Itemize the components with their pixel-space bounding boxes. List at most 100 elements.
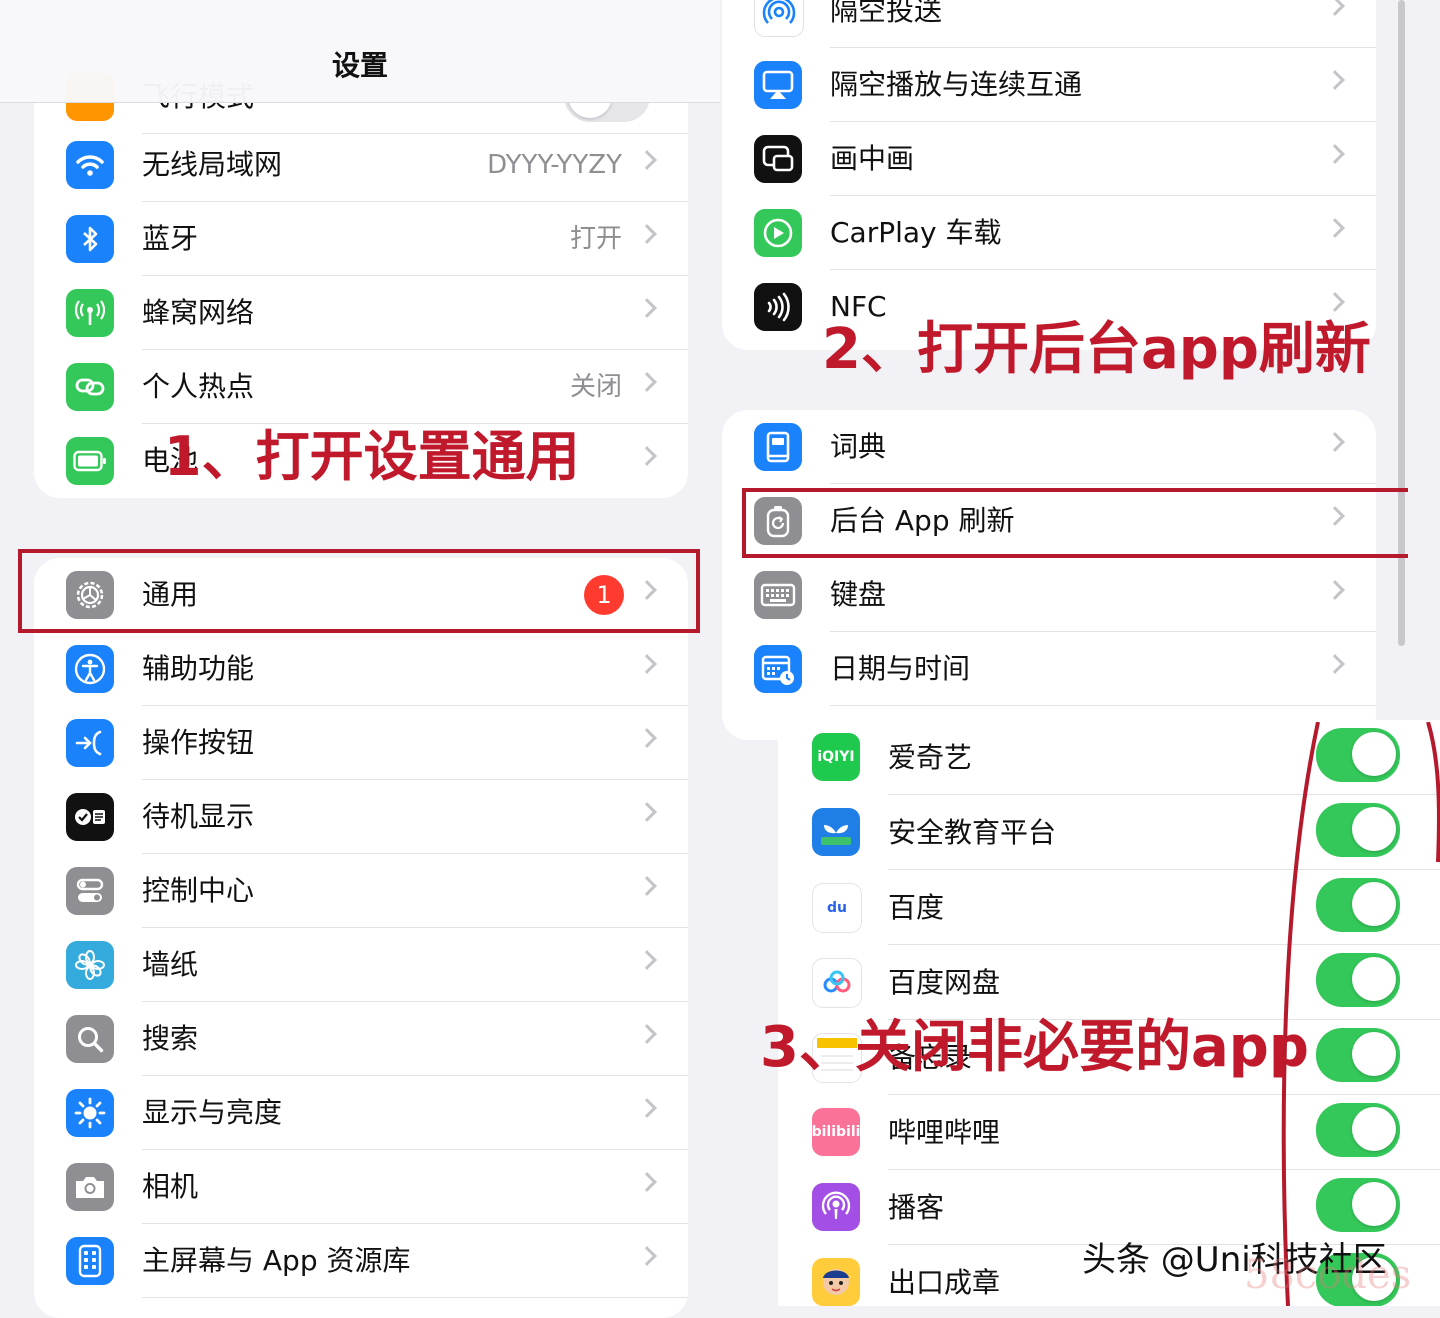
list-item-label: CarPlay 车载 (830, 216, 1002, 249)
chevron-right-icon (1325, 580, 1345, 600)
chevron-right-icon (637, 654, 657, 674)
battery-icon (66, 437, 114, 485)
baidu-netdisk-icon (812, 958, 862, 1008)
list-item[interactable]: 辅助功能 (34, 632, 688, 706)
list-item-label: 搜索 (142, 1022, 199, 1055)
accessibility-icon (66, 645, 114, 693)
action-button-icon (66, 719, 114, 767)
list-item[interactable]: CarPlay 车载 (722, 196, 1376, 270)
chevron-right-icon (1325, 218, 1345, 238)
list-item[interactable]: 搜索 (34, 1002, 688, 1076)
highlight-box-background-refresh (742, 488, 1408, 558)
watermark-faint: 58codes (1244, 1252, 1412, 1298)
brightness-icon (66, 1089, 114, 1137)
list-item[interactable]: 画中画 (722, 122, 1376, 196)
list-item-label: 控制中心 (142, 874, 255, 907)
list-item-label: 词典 (830, 430, 887, 463)
annotation-step-3: 3、关闭非必要的app (760, 1015, 1309, 1080)
standby-icon (66, 793, 114, 841)
left-group-2: 通用 1 辅助功能 操作按钮 待机显示 控制中心 墙纸 搜索 显示与亮度 相机 主屏幕与 App 资… (34, 558, 688, 1318)
list-item[interactable]: 墙纸 (34, 928, 688, 1002)
app-label: 出口成章 (888, 1266, 1001, 1299)
chevron-right-icon (1325, 654, 1345, 674)
chevron-right-icon (637, 876, 657, 896)
right-group-1: 隔空投送 隔空播放与连续互通 画中画 CarPlay 车载 NFC (722, 0, 1376, 350)
app-label: 哔哩哔哩 (888, 1116, 1001, 1149)
list-item[interactable]: 显示与亮度 (34, 1076, 688, 1150)
left-settings-panel: 设置 飞行模式 无线局域网DYYY-YYZY蓝牙打开蜂窝网络个人热点关闭电池 通… (0, 0, 720, 1318)
link-icon (66, 363, 114, 411)
flower-icon (66, 941, 114, 989)
list-item[interactable]: 日期与时间 (722, 632, 1376, 706)
dictionary-icon (754, 423, 802, 471)
list-item-label: 日期与时间 (830, 652, 971, 685)
list-item-label: 隔空投送 (830, 0, 943, 27)
antenna-icon (66, 289, 114, 337)
nav-bar: 设置 (0, 0, 720, 103)
annotation-step-2: 2、打开后台app刷新 (822, 317, 1371, 382)
airplay-icon (754, 61, 802, 109)
list-item[interactable]: 蓝牙 打开 (34, 202, 688, 276)
chevron-right-icon (1325, 70, 1345, 90)
camera-icon (66, 1163, 114, 1211)
keyboard-icon (754, 571, 802, 619)
list-item[interactable]: 词典 (722, 410, 1376, 484)
pip-icon (754, 135, 802, 183)
list-item-label: 主屏幕与 App 资源库 (142, 1244, 411, 1277)
list-item[interactable]: 控制中心 (34, 854, 688, 928)
page-title: 设置 (331, 49, 388, 82)
safety-edu-icon (812, 808, 860, 856)
list-item[interactable]: 相机 (34, 1150, 688, 1224)
right-group-2: 词典 后台 App 刷新 键盘 日期与时间 (722, 410, 1376, 740)
wifi-icon (66, 141, 114, 189)
search-icon (66, 1015, 114, 1063)
chevron-right-icon (637, 372, 657, 392)
baidu-icon: du (812, 883, 862, 933)
list-item-label: 蓝牙 (142, 222, 199, 255)
list-item-label: 操作按钮 (142, 726, 255, 759)
list-item-label: 蜂窝网络 (142, 296, 255, 329)
list-item-label: 画中画 (830, 142, 915, 175)
chevron-right-icon (637, 298, 657, 318)
list-item[interactable]: 蜂窝网络 (34, 276, 688, 350)
list-item[interactable]: 操作按钮 (34, 706, 688, 780)
home-screen-icon (66, 1237, 114, 1285)
app-label: 百度 (888, 891, 945, 924)
nfc-icon (754, 283, 802, 331)
bluetooth-icon (66, 215, 114, 263)
chevron-right-icon (637, 1172, 657, 1192)
list-item-label: 显示与亮度 (142, 1096, 283, 1129)
list-item[interactable]: 待机显示 (34, 780, 688, 854)
list-item-label: 键盘 (830, 578, 887, 611)
chevron-right-icon (1325, 432, 1345, 452)
list-item[interactable]: 隔空播放与连续互通 (722, 48, 1376, 122)
list-item[interactable]: 无线局域网 DYYY-YYZY (34, 128, 688, 202)
list-item-value: 打开 (569, 224, 622, 254)
app-label: 爱奇艺 (888, 741, 973, 774)
chevron-right-icon (637, 1246, 657, 1266)
airdrop-icon (754, 0, 804, 37)
chevron-right-icon (637, 950, 657, 970)
list-item-label: 无线局域网 (142, 148, 283, 181)
chevron-right-icon (637, 1098, 657, 1118)
chukouchengzhang-icon (812, 1258, 860, 1306)
chevron-right-icon (637, 150, 657, 170)
annotation-step-1: 1、打开设置通用 (164, 425, 580, 488)
list-item-label: 相机 (142, 1170, 199, 1203)
list-item-value: DYYY-YYZY (487, 150, 622, 180)
list-item-label: 辅助功能 (142, 652, 255, 685)
calendar-icon (754, 645, 802, 693)
podcasts-icon (812, 1183, 860, 1231)
carplay-icon (754, 209, 802, 257)
list-item[interactable]: 键盘 (722, 558, 1376, 632)
chevron-right-icon (637, 446, 657, 466)
bilibili-icon: bilibili (812, 1108, 860, 1156)
list-item[interactable]: 隔空投送 (722, 0, 1376, 48)
chevron-right-icon (637, 728, 657, 748)
chevron-right-icon (637, 224, 657, 244)
list-item[interactable]: 主屏幕与 App 资源库 (34, 1224, 688, 1298)
list-item-label: 墙纸 (142, 948, 199, 981)
list-item-label: 待机显示 (142, 800, 255, 833)
iqiyi-icon: iQIYI (812, 733, 860, 781)
chevron-right-icon (1325, 0, 1345, 16)
